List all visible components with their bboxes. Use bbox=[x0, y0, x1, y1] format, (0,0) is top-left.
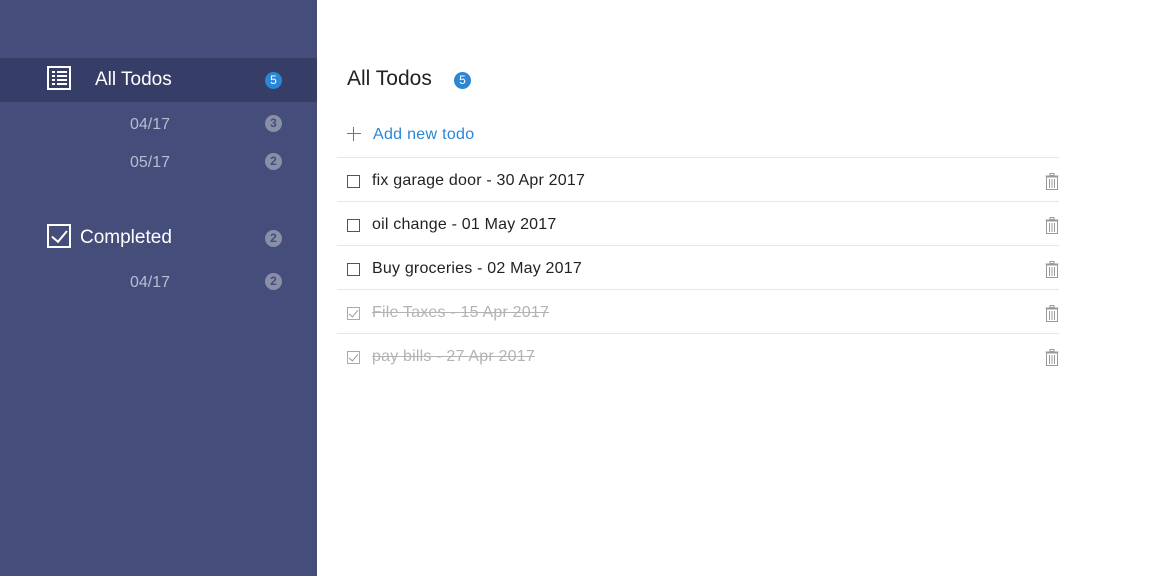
todo-checkbox[interactable] bbox=[347, 263, 360, 276]
checkbox-icon bbox=[47, 224, 71, 248]
sidebar: All Todos 5 04/17 3 05/17 2 Completed 2 … bbox=[0, 0, 317, 576]
sidebar-subitem-all-04-17[interactable]: 04/17 3 bbox=[0, 109, 317, 139]
todo-item-completed: File Taxes - 15 Apr 2017 bbox=[337, 289, 1059, 333]
todo-checkbox-checked[interactable] bbox=[347, 351, 360, 364]
todo-checkbox[interactable] bbox=[347, 219, 360, 232]
count-badge: 2 bbox=[265, 230, 282, 247]
todo-text: File Taxes - 15 Apr 2017 bbox=[372, 304, 550, 321]
todo-text: oil change - 01 May 2017 bbox=[372, 216, 557, 233]
todo-text: fix garage door - 30 Apr 2017 bbox=[372, 172, 586, 189]
list-icon bbox=[47, 66, 71, 90]
todo-text: pay bills - 27 Apr 2017 bbox=[372, 348, 535, 365]
todo-checkbox-checked[interactable] bbox=[347, 307, 360, 320]
count-badge: 2 bbox=[265, 153, 282, 170]
trash-icon[interactable] bbox=[1045, 217, 1059, 234]
trash-icon[interactable] bbox=[1045, 349, 1059, 366]
count-badge: 2 bbox=[265, 273, 282, 290]
todo-checkbox[interactable] bbox=[347, 175, 360, 188]
sidebar-item-completed[interactable]: Completed 2 bbox=[0, 216, 317, 260]
trash-icon[interactable] bbox=[1045, 305, 1059, 322]
sidebar-subitem-label: 04/17 bbox=[130, 116, 171, 133]
todo-item-completed: pay bills - 27 Apr 2017 bbox=[337, 333, 1059, 377]
todo-item: fix garage door - 30 Apr 2017 bbox=[337, 157, 1059, 201]
todo-app: All Todos 5 04/17 3 05/17 2 Completed 2 … bbox=[0, 0, 1152, 576]
todo-list: fix garage door - 30 Apr 2017 oil change… bbox=[337, 157, 1059, 377]
sidebar-subitem-all-05-17[interactable]: 05/17 2 bbox=[0, 147, 317, 177]
plus-icon bbox=[347, 127, 361, 141]
main-panel: All Todos 5 Add new todo fix garage door… bbox=[317, 0, 1152, 576]
sidebar-subitem-label: 05/17 bbox=[130, 154, 171, 171]
sidebar-item-label: Completed bbox=[80, 227, 172, 248]
count-badge: 5 bbox=[265, 72, 282, 89]
sidebar-subitem-completed-04-17[interactable]: 04/17 2 bbox=[0, 267, 317, 297]
todo-text: Buy groceries - 02 May 2017 bbox=[372, 260, 582, 277]
count-badge: 5 bbox=[454, 72, 471, 89]
todo-item: Buy groceries - 02 May 2017 bbox=[337, 245, 1059, 289]
page-title: All Todos bbox=[347, 67, 432, 90]
add-todo-label: Add new todo bbox=[373, 126, 475, 143]
trash-icon[interactable] bbox=[1045, 173, 1059, 190]
sidebar-item-label: All Todos bbox=[95, 69, 172, 90]
sidebar-subitem-label: 04/17 bbox=[130, 274, 171, 291]
sidebar-item-all-todos[interactable]: All Todos 5 bbox=[0, 58, 317, 102]
trash-icon[interactable] bbox=[1045, 261, 1059, 278]
todo-item: oil change - 01 May 2017 bbox=[337, 201, 1059, 245]
count-badge: 3 bbox=[265, 115, 282, 132]
